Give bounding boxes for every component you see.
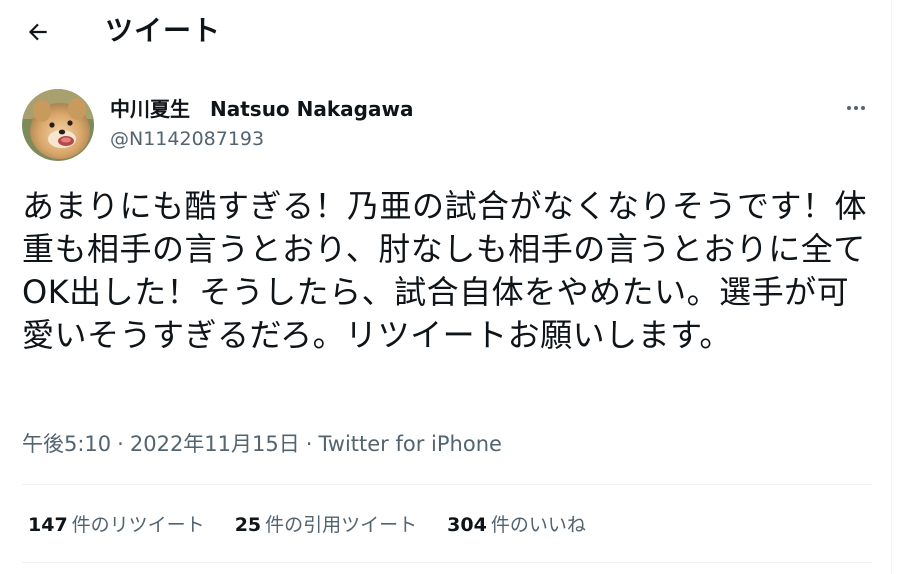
column-border: [891, 0, 892, 574]
more-options-button[interactable]: [836, 90, 876, 126]
author-display-name[interactable]: 中川夏生 Natsuo Nakagawa: [110, 96, 413, 122]
arrow-left-icon: [28, 23, 47, 41]
page-title: ツイート: [105, 14, 222, 47]
likes-stat[interactable]: 304 件のいいね: [447, 512, 586, 538]
like-count: 304: [447, 514, 487, 536]
more-horizontal-icon-dot: [861, 106, 865, 110]
back-button[interactable]: [18, 12, 58, 52]
tweet-source[interactable]: Twitter for iPhone: [318, 432, 502, 456]
author-handle[interactable]: @N1142087193: [110, 126, 264, 152]
more-horizontal-icon-dot: [854, 106, 858, 110]
tweet-time[interactable]: 午後5:10: [22, 432, 111, 456]
quote-count: 25: [234, 514, 262, 536]
more-horizontal-icon: [847, 106, 851, 110]
tweet-text: あまりにも酷すぎる！乃亜の試合がなくなりそうです！体重も相手の言うとおり、肘なし…: [22, 187, 868, 354]
retweet-label: 件のリツイート: [71, 514, 205, 536]
divider: [22, 484, 872, 485]
meta-separator: ·: [117, 432, 124, 456]
divider: [22, 562, 872, 563]
quote-label: 件の引用ツイート: [265, 514, 418, 536]
tweet-metadata: 午後5:10 · 2022年11月15日 · Twitter for iPhone: [22, 430, 502, 458]
meta-separator: ·: [305, 432, 313, 456]
retweet-count: 147: [28, 514, 68, 536]
retweets-stat[interactable]: 147 件のリツイート: [28, 512, 205, 538]
like-label: 件のいいね: [490, 514, 586, 536]
dog-avatar-image: [22, 89, 94, 161]
tweet-date[interactable]: 2022年11月15日: [130, 432, 300, 456]
avatar[interactable]: [22, 89, 94, 161]
quote-tweets-stat[interactable]: 25 件の引用ツイート: [235, 512, 417, 538]
engagement-stats: 147 件のリツイート 25 件の引用ツイート 304 件のいいね: [28, 511, 616, 539]
top-header: ツイート: [0, 0, 891, 64]
